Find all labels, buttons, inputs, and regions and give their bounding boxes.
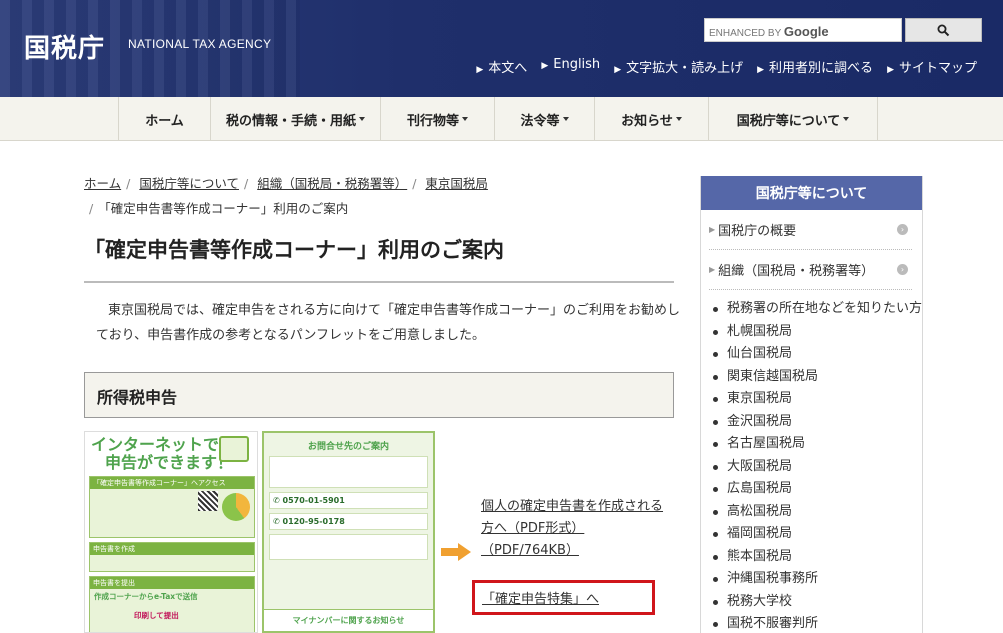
sidebar-link[interactable]: 熊本国税局 (713, 546, 922, 569)
breadcrumb-about[interactable]: 国税庁等について (139, 176, 239, 191)
sidebar-link[interactable]: 税務大学校 (713, 591, 922, 614)
chevron-down-icon (359, 117, 365, 121)
arrow-right-icon (441, 543, 471, 561)
intro-text: 東京国税局では、確定申告をされる方に向けて「確定申告書等作成コーナー」のご利用を… (96, 303, 681, 343)
sidebar-organization-list: 税務署の所在地などを知りたい方 札幌国税局 仙台国税局 関東信越国税局 東京国税… (701, 298, 922, 633)
pamphlet-step3: 申告書を提出 作成コーナーからe-Taxで送信 印刷して提出 (89, 576, 255, 632)
pdf-download-link[interactable]: 個人の確定申告書を作成される方へ（PDF形式） （PDF/764KB） (481, 496, 671, 562)
nav-about[interactable]: 国税庁等について (708, 97, 878, 141)
triangle-right-icon: ▶ (709, 225, 716, 234)
page-title: 「確定申告書等作成コーナー」利用のご案内 (84, 238, 504, 262)
breadcrumb: ホーム / 国税庁等について / 組織（国税局・税務署等） / 東京国税局 / 「確定申… (84, 176, 488, 216)
sidebar-link[interactable]: 仙台国税局 (713, 343, 922, 366)
site-logo[interactable]: 国税庁 (24, 28, 105, 65)
utility-link-honbun[interactable]: ▶ 本文へ (476, 57, 527, 76)
sidebar-link[interactable]: 札幌国税局 (713, 321, 922, 344)
pamphlet-image-page2[interactable]: お問合せ先のご案内 ✆ 0570-01-5901 ✆ 0120-95-0178 … (262, 431, 435, 633)
triangle-right-icon: ▶ (709, 265, 716, 274)
pamphlet-title: インターネットで 申告ができます！ (91, 435, 234, 472)
phone-icon: ✆ (273, 517, 280, 526)
sidebar-link[interactable]: 広島国税局 (713, 478, 922, 501)
breadcrumb-tokyo[interactable]: 東京国税局 (425, 176, 488, 191)
breadcrumb-current: 「確定申告書等作成コーナー」利用のご案内 (98, 201, 349, 216)
pie-chart-icon (222, 493, 250, 521)
nav-home[interactable]: ホーム (118, 97, 210, 141)
utility-link-sitemap[interactable]: ▶ サイトマップ (887, 57, 977, 76)
pamphlet-step2: 申告書を作成 (89, 542, 255, 572)
sidebar-link[interactable]: 福岡国税局 (713, 523, 922, 546)
pamphlet-mynumber-heading: マイナンバーに関するお知らせ (264, 609, 433, 631)
global-nav: ホーム 税の情報・手続・用紙 刊行物等 法令等 お知らせ 国税庁等について (0, 97, 1003, 141)
sidebar-link[interactable]: 大阪国税局 (713, 456, 922, 479)
qr-code-icon (198, 491, 218, 511)
sidebar-link[interactable]: 高松国税局 (713, 501, 922, 524)
sidebar-item-overview[interactable]: ▶ 国税庁の概要 › (709, 210, 912, 250)
search-branding-google: Google (783, 24, 829, 39)
site-header: 国税庁 NATIONAL TAX AGENCY ENHANCED BY Goog… (0, 0, 1003, 97)
expand-icon: › (897, 264, 908, 275)
computer-icon (219, 436, 249, 462)
utility-link-english[interactable]: ▶ English (541, 57, 600, 76)
utility-link-by-user[interactable]: ▶ 利用者別に調べる (757, 57, 873, 76)
nav-notices[interactable]: お知らせ (594, 97, 708, 141)
sidebar-link[interactable]: 金沢国税局 (713, 411, 922, 434)
utility-link-text-size[interactable]: ▶ 文字拡大・読み上げ (614, 57, 743, 76)
kakutei-tokushu-link[interactable]: 「確定申告特集」へ (482, 588, 599, 607)
search-branding-prefix: ENHANCED BY (709, 28, 782, 39)
sidebar: 国税庁等について ▶ 国税庁の概要 › ▶ 組織（国税局・税務署等） › 税務署… (700, 176, 923, 633)
site-logo-english: NATIONAL TAX AGENCY (128, 37, 272, 51)
pamphlet-image-page1[interactable]: インターネットで 申告ができます！ 「確定申告書等作成コーナー」へアクセス 申告… (84, 431, 258, 633)
sidebar-heading[interactable]: 国税庁等について (701, 176, 922, 210)
sidebar-link[interactable]: 東京国税局 (713, 388, 922, 411)
nav-tax-info[interactable]: 税の情報・手続・用紙 (210, 97, 380, 141)
nav-publications[interactable]: 刊行物等 (380, 97, 494, 141)
section-heading: 所得税申告 (84, 372, 674, 418)
phone-icon: ✆ (273, 496, 280, 505)
search-icon (937, 24, 950, 36)
chevron-down-icon (462, 117, 468, 121)
breadcrumb-home[interactable]: ホーム (84, 176, 121, 191)
pamphlet-phone-block: ✆ 0570-01-5901 (269, 492, 428, 509)
pamphlet-contact-heading: お問合せ先のご案内 (307, 442, 389, 452)
chevron-down-icon (675, 117, 682, 121)
sidebar-link[interactable]: 沖縄国税事務所 (713, 568, 922, 591)
pamphlet-step1: 「確定申告書等作成コーナー」へアクセス (89, 476, 255, 538)
expand-icon: › (897, 224, 908, 235)
sidebar-link[interactable]: 税務署の所在地などを知りたい方 (713, 298, 922, 321)
search-input[interactable]: ENHANCED BY Google (704, 18, 902, 42)
nav-laws[interactable]: 法令等 (494, 97, 594, 141)
sidebar-item-organization[interactable]: ▶ 組織（国税局・税務署等） › (709, 250, 912, 290)
search-button[interactable] (905, 18, 982, 42)
pamphlet-phone-block-2: ✆ 0120-95-0178 (269, 513, 428, 530)
sidebar-link[interactable]: 国税不服審判所 (713, 613, 922, 633)
sidebar-link[interactable]: 関東信越国税局 (713, 366, 922, 389)
pamphlet-contact-block (269, 456, 428, 488)
sidebar-link[interactable]: 名古屋国税局 (713, 433, 922, 456)
pamphlet-info-block (269, 534, 428, 560)
breadcrumb-organization[interactable]: 組織（国税局・税務署等） (257, 176, 407, 191)
chevron-down-icon (843, 117, 850, 121)
utility-links: ▶ 本文へ ▶ English ▶ 文字拡大・読み上げ ▶ 利用者別に調べる ▶ サイトマ… (476, 57, 977, 76)
title-divider (84, 281, 674, 283)
chevron-down-icon (562, 117, 569, 121)
